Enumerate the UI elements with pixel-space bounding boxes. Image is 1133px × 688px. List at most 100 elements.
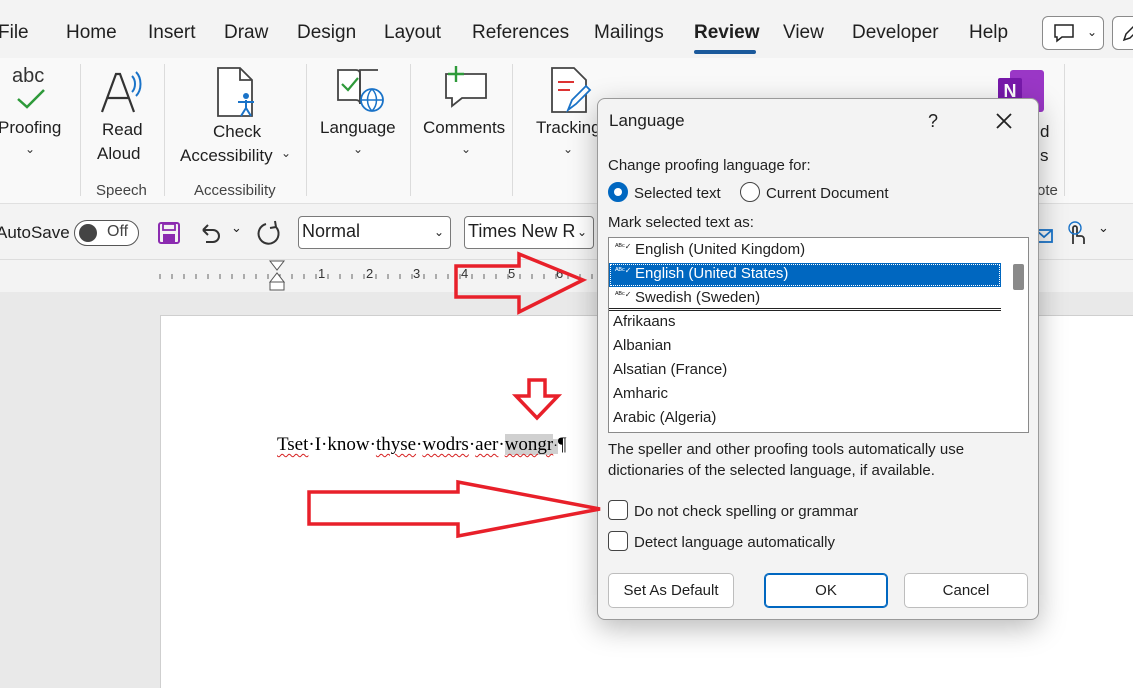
- tab-references[interactable]: References: [472, 22, 569, 44]
- mark-selected-label: Mark selected text as:: [608, 214, 754, 231]
- language-list[interactable]: ᴬᴮᶜ✓ English (United Kingdom) ᴬᴮᶜ✓ English…: [608, 237, 1029, 433]
- tab-file[interactable]: File: [0, 22, 29, 44]
- autosave-label: AutoSave: [0, 223, 70, 242]
- check-mark-icon: [17, 89, 45, 109]
- indent-marker-icon[interactable]: [268, 260, 286, 292]
- comments-label: Comments: [423, 118, 506, 137]
- language-label: Language: [320, 118, 396, 137]
- tab-draw[interactable]: Draw: [224, 22, 268, 44]
- group-separator: [512, 64, 513, 196]
- help-button[interactable]: ?: [928, 111, 938, 132]
- group-label-onenote: ote: [1037, 182, 1058, 199]
- partial-label-s: s: [1040, 146, 1049, 165]
- save-icon[interactable]: [157, 221, 181, 245]
- radio-current-document[interactable]: [740, 182, 760, 202]
- tab-help[interactable]: Help: [969, 22, 1008, 44]
- list-item-selected[interactable]: ᴬᴮᶜ✓ English (United States): [609, 263, 1001, 287]
- misspelled-word[interactable]: Tset: [277, 434, 308, 455]
- list-item[interactable]: Albanian: [609, 335, 1001, 359]
- misspelled-word[interactable]: wodrs: [422, 434, 468, 455]
- tracking-label: Tracking: [536, 118, 601, 137]
- chevron-down-icon[interactable]: ⌄: [231, 220, 242, 236]
- touch-mode-icon[interactable]: [1065, 220, 1087, 246]
- ruler-number: 6: [556, 266, 564, 281]
- ok-button[interactable]: OK: [764, 573, 888, 608]
- tab-mailings[interactable]: Mailings: [594, 22, 664, 44]
- editing-mode-button[interactable]: [1112, 16, 1133, 50]
- detect-language-checkbox[interactable]: [608, 531, 628, 551]
- ruler-number: 3: [413, 266, 421, 281]
- chevron-down-icon: ⌄: [281, 146, 292, 160]
- misspelled-word[interactable]: thyse: [376, 434, 416, 455]
- cancel-button[interactable]: Cancel: [904, 573, 1028, 608]
- tab-design[interactable]: Design: [297, 22, 356, 44]
- abc-text: abc: [12, 65, 45, 87]
- list-item[interactable]: Alsatian (France): [609, 359, 1001, 383]
- font-select[interactable]: Times New R ⌄: [464, 216, 594, 249]
- scrollbar-thumb[interactable]: [1013, 264, 1024, 290]
- pencil-icon: [1122, 25, 1133, 42]
- active-tab-indicator: [694, 50, 756, 54]
- close-icon[interactable]: [990, 107, 1018, 135]
- list-item[interactable]: Afrikaans: [609, 311, 1001, 335]
- ruler-number: 4: [461, 266, 469, 281]
- no-spell-check-checkbox[interactable]: [608, 500, 628, 520]
- dialog-title: Language: [609, 111, 685, 130]
- chevron-down-icon: ⌄: [353, 142, 364, 156]
- pilcrow: ¶: [557, 434, 567, 455]
- comment-icon: [1054, 24, 1074, 43]
- radio-selected-text-label[interactable]: Selected text: [634, 185, 721, 202]
- new-comment-icon: [445, 66, 487, 108]
- redo-icon[interactable]: [255, 220, 283, 248]
- chevron-down-icon: ⌄: [1087, 25, 1098, 39]
- selected-word[interactable]: wongr: [504, 434, 554, 455]
- style-select[interactable]: Normal ⌄: [298, 216, 451, 249]
- word: know: [327, 434, 370, 455]
- group-separator: [164, 64, 165, 196]
- list-item[interactable]: Arabic (Algeria): [609, 407, 1001, 431]
- chevron-down-icon[interactable]: ⌄: [1098, 220, 1109, 236]
- ruler-ticks: [159, 274, 593, 279]
- read-aloud-icon: [100, 71, 142, 113]
- chevron-down-icon: ⌄: [563, 142, 574, 156]
- aloud-label: Aloud: [97, 144, 141, 163]
- set-as-default-button[interactable]: Set As Default: [608, 573, 734, 608]
- accessibility-document-icon: [217, 67, 254, 117]
- tab-review[interactable]: Review: [694, 22, 759, 44]
- proofing-label: Proofing: [0, 118, 62, 137]
- chevron-down-icon: ⌄: [25, 142, 36, 156]
- info-text-line-1: The speller and other proofing tools aut…: [608, 441, 965, 458]
- spell-check-icon: ᴬᴮᶜ✓: [615, 266, 632, 275]
- tab-insert[interactable]: Insert: [148, 22, 196, 44]
- tab-view[interactable]: View: [783, 22, 824, 44]
- partial-label-d: d: [1040, 122, 1050, 141]
- change-proofing-label: Change proofing language for:: [608, 157, 811, 174]
- group-separator: [1064, 64, 1065, 196]
- list-scrollbar[interactable]: [1005, 238, 1028, 432]
- radio-current-document-label[interactable]: Current Document: [766, 185, 889, 202]
- document-paragraph[interactable]: Tset·I·know·thyse·wodrs·aer·wongr·¶: [277, 434, 567, 456]
- group-separator: [410, 64, 411, 196]
- misspelled-word[interactable]: aer: [475, 434, 498, 455]
- group-separator: [306, 64, 307, 196]
- style-value: Normal: [302, 221, 361, 241]
- chevron-down-icon: ⌄: [433, 225, 444, 239]
- font-value: Times New R: [468, 221, 576, 241]
- group-label-accessibility: Accessibility: [194, 182, 276, 199]
- chevron-down-icon: ⌄: [461, 142, 472, 156]
- word: I: [314, 434, 322, 455]
- detect-language-label[interactable]: Detect language automatically: [634, 534, 835, 551]
- undo-icon[interactable]: [197, 220, 223, 246]
- tab-home[interactable]: Home: [66, 22, 117, 44]
- autosave-toggle[interactable]: Off: [74, 220, 139, 246]
- accessibility-label: Accessibility: [180, 146, 273, 165]
- toggle-state-label: Off: [107, 223, 129, 240]
- tab-developer[interactable]: Developer: [852, 22, 939, 44]
- no-spell-check-label[interactable]: Do not check spelling or grammar: [634, 503, 858, 520]
- tab-layout[interactable]: Layout: [384, 22, 441, 44]
- list-item[interactable]: ᴬᴮᶜ✓ English (United Kingdom): [609, 239, 1001, 263]
- track-changes-icon: [551, 67, 592, 113]
- radio-selected-text[interactable]: [608, 182, 628, 202]
- comments-pane-button[interactable]: ⌄: [1042, 16, 1104, 50]
- list-item[interactable]: Amharic: [609, 383, 1001, 407]
